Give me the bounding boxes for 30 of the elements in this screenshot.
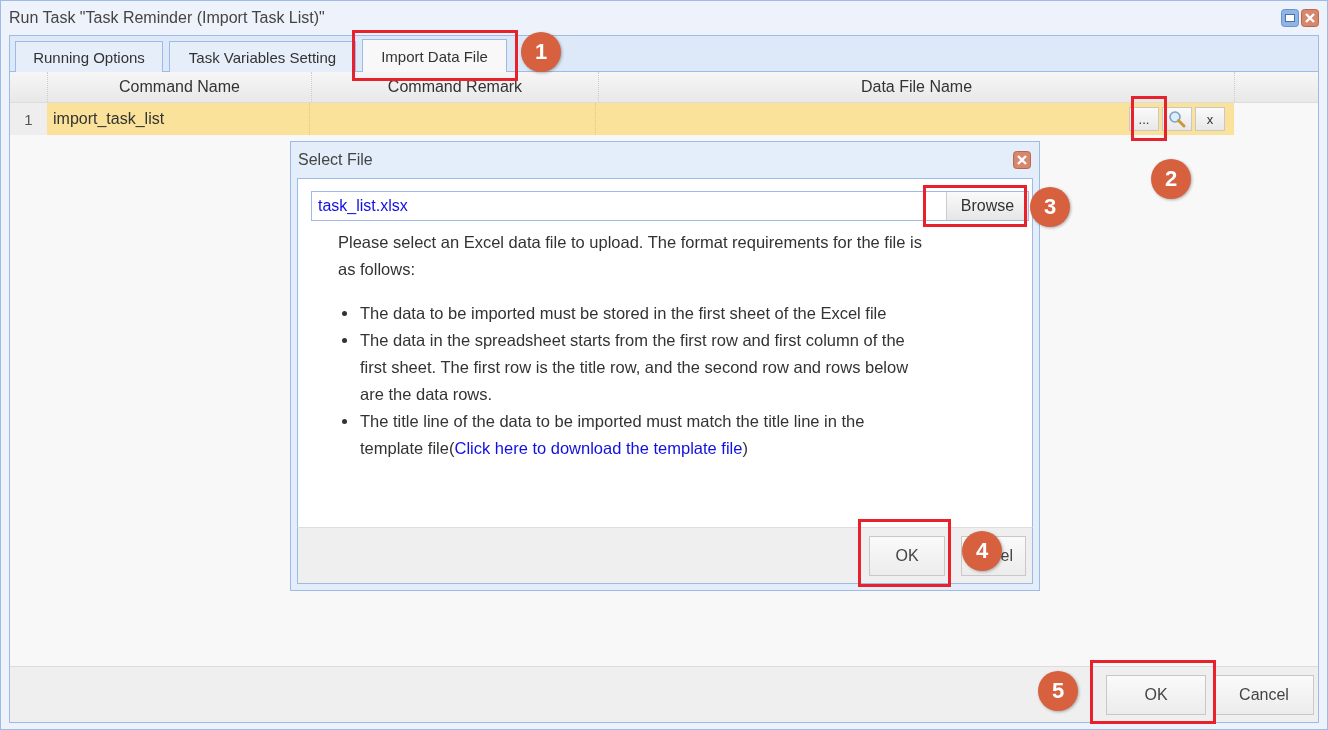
window-title: Run Task "Task Reminder (Import Task List)" bbox=[9, 9, 325, 27]
close-icon[interactable] bbox=[1301, 9, 1319, 27]
browse-button[interactable]: Browse bbox=[946, 192, 1028, 220]
restore-icon[interactable] bbox=[1281, 9, 1299, 27]
requirement-text: The data in the spreadsheet starts from the first row and first column of the first sheet. The first row is the title row, and the second row and rows below are the data rows. bbox=[360, 330, 910, 405]
ok-button[interactable]: OK bbox=[869, 535, 945, 576]
bullet-icon bbox=[342, 419, 347, 424]
column-header: Command Remark bbox=[387, 78, 523, 96]
requirement-text: The title line of the data to be imported must match the title line in the template file(Click here to download the template file) bbox=[360, 411, 866, 459]
highlight-frame bbox=[1131, 96, 1167, 141]
close-icon[interactable] bbox=[1013, 151, 1031, 169]
table-cell: import_task_list bbox=[53, 110, 165, 128]
selected-row[interactable]: 1 import_task_list ... x bbox=[10, 103, 1234, 135]
magnifier-icon bbox=[1168, 110, 1186, 128]
ok-button[interactable]: OK bbox=[1106, 674, 1206, 715]
instruction-text: Please select an Excel data file to upload. The format requirements for the file is as follows: bbox=[338, 232, 923, 280]
row-number: 1 bbox=[24, 110, 33, 128]
cancel-button[interactable]: Cancel bbox=[1214, 674, 1314, 715]
download-link[interactable]: Click here to download the template file bbox=[454, 439, 743, 457]
bullet-icon bbox=[342, 338, 347, 343]
file-field[interactable]: task_list.xlsx Browse bbox=[311, 191, 1029, 221]
clear-button[interactable]: x bbox=[1195, 107, 1225, 131]
tab[interactable]: Task Variables Setting bbox=[169, 41, 356, 72]
column-header: Command Name bbox=[119, 78, 240, 96]
column-header: Data File Name bbox=[860, 78, 973, 96]
tab[interactable]: Import Data File bbox=[362, 39, 507, 72]
dialog-title: Select File bbox=[298, 151, 373, 169]
requirement-text: The data to be imported must be stored in the first sheet of the Excel file bbox=[360, 303, 887, 324]
bullet-icon bbox=[342, 311, 347, 316]
tab[interactable]: Running Options bbox=[15, 41, 163, 72]
